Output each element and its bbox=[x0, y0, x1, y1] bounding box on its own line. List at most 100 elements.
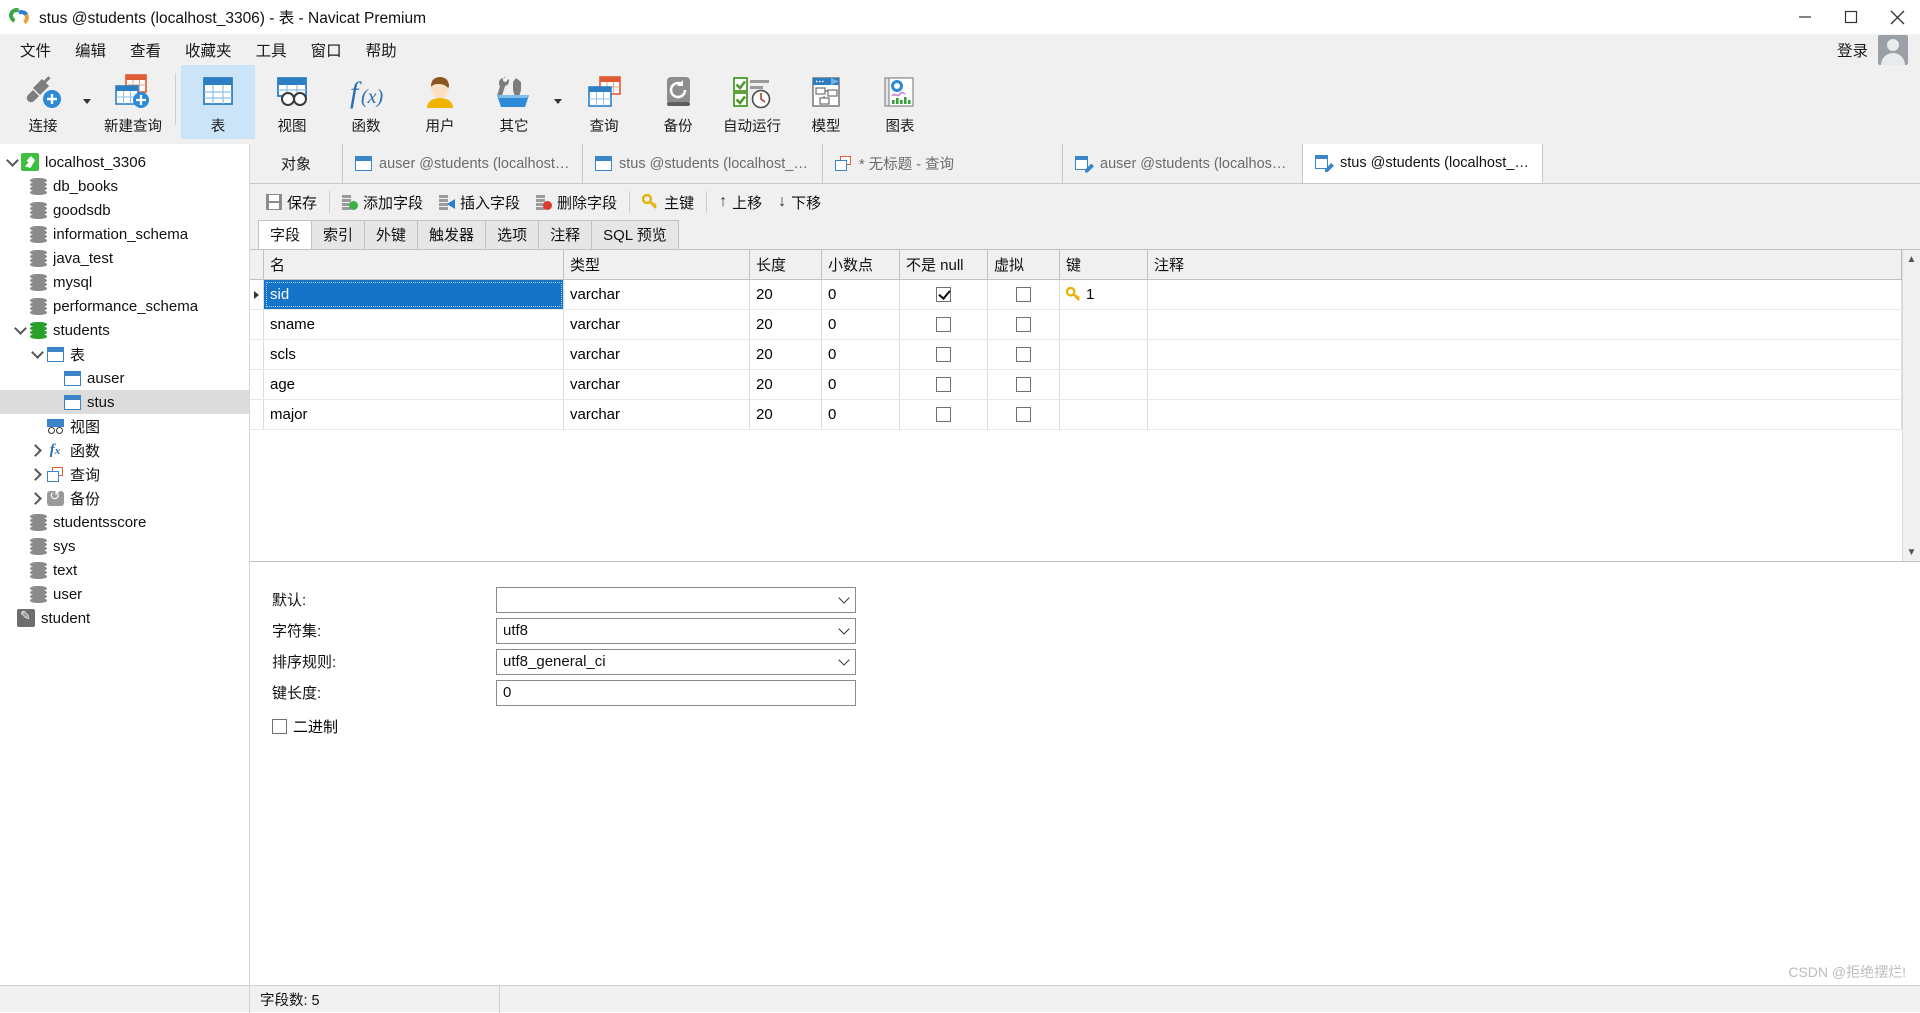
sidebar-item-user[interactable]: user bbox=[0, 582, 249, 606]
save-button[interactable]: 保存 bbox=[258, 189, 325, 216]
cell-field-not-null[interactable] bbox=[900, 280, 988, 309]
not-null-checkbox[interactable] bbox=[936, 317, 951, 332]
cell-field-name[interactable]: age bbox=[264, 370, 564, 399]
tab-sql-preview[interactable]: SQL 预览 bbox=[591, 220, 679, 249]
cell-field-comment[interactable] bbox=[1148, 310, 1902, 339]
delete-field-button[interactable]: 删除字段 bbox=[528, 189, 625, 216]
sidebar-item-views-folder[interactable]: 视图 bbox=[0, 414, 249, 438]
toolbar-item-table[interactable]: 表 bbox=[181, 65, 255, 139]
cell-field-not-null[interactable] bbox=[900, 400, 988, 429]
column-header-type[interactable]: 类型 bbox=[564, 250, 750, 279]
column-header-decimals[interactable]: 小数点 bbox=[822, 250, 900, 279]
column-header-comment[interactable]: 注释 bbox=[1148, 250, 1902, 279]
cell-field-virtual[interactable] bbox=[988, 340, 1060, 369]
virtual-checkbox[interactable] bbox=[1016, 407, 1031, 422]
menu-item-edit[interactable]: 编辑 bbox=[63, 35, 118, 65]
sidebar-item-stus[interactable]: stus bbox=[0, 390, 249, 414]
cell-field-decimals[interactable]: 0 bbox=[822, 370, 900, 399]
toolbar-item-other[interactable]: 其它 bbox=[477, 65, 551, 139]
cell-field-comment[interactable] bbox=[1148, 340, 1902, 369]
menu-item-window[interactable]: 窗口 bbox=[299, 35, 354, 65]
tab-options[interactable]: 选项 bbox=[485, 220, 540, 249]
toolbar-item-automation[interactable]: 自动运行 bbox=[715, 65, 789, 139]
scroll-up-arrow[interactable]: ▲ bbox=[1903, 250, 1920, 268]
cell-field-key[interactable] bbox=[1060, 340, 1148, 369]
sidebar-item-sys[interactable]: sys bbox=[0, 534, 249, 558]
other-dropdown-arrow[interactable] bbox=[551, 65, 567, 139]
virtual-checkbox[interactable] bbox=[1016, 317, 1031, 332]
charset-combo[interactable]: utf8 bbox=[496, 617, 856, 644]
tab-objects[interactable]: 对象 bbox=[250, 144, 343, 183]
toolbar-item-function[interactable]: f (x) 函数 bbox=[329, 65, 403, 139]
sidebar-item-information_schema[interactable]: information_schema bbox=[0, 222, 249, 246]
menu-item-view[interactable]: 查看 bbox=[118, 35, 173, 65]
sidebar-item-db_books[interactable]: db_books bbox=[0, 174, 249, 198]
sidebar-tree[interactable]: localhost_3306 db_books goodsdb informat… bbox=[0, 144, 250, 985]
not-null-checkbox[interactable] bbox=[936, 377, 951, 392]
toolbar-item-chart[interactable]: 图表 bbox=[863, 65, 937, 139]
cell-field-comment[interactable] bbox=[1148, 280, 1902, 309]
not-null-checkbox[interactable] bbox=[936, 407, 951, 422]
menu-item-file[interactable]: 文件 bbox=[8, 35, 63, 65]
cell-field-decimals[interactable]: 0 bbox=[822, 400, 900, 429]
menu-item-help[interactable]: 帮助 bbox=[354, 35, 409, 65]
tab-stus-design[interactable]: stus @students (localhost_3... bbox=[1303, 144, 1543, 183]
sidebar-item-backups-folder[interactable]: 备份 bbox=[0, 486, 249, 510]
user-avatar-icon[interactable] bbox=[1878, 34, 1908, 65]
menu-item-tools[interactable]: 工具 bbox=[244, 35, 299, 65]
column-header-length[interactable]: 长度 bbox=[750, 250, 822, 279]
cell-field-comment[interactable] bbox=[1148, 400, 1902, 429]
default-combo[interactable] bbox=[496, 586, 856, 613]
cell-field-key[interactable] bbox=[1060, 370, 1148, 399]
toolbar-item-user[interactable]: 用户 bbox=[403, 65, 477, 139]
binary-checkbox[interactable] bbox=[272, 718, 287, 734]
chevron-right-icon[interactable] bbox=[29, 467, 45, 481]
tab-indexes[interactable]: 索引 bbox=[311, 220, 366, 249]
cell-field-type[interactable]: varchar bbox=[564, 280, 750, 309]
scroll-down-arrow[interactable]: ▼ bbox=[1903, 543, 1920, 561]
login-link[interactable]: 登录 bbox=[1837, 39, 1868, 61]
tab-auser-data[interactable]: auser @students (localhost_... bbox=[343, 144, 583, 183]
tab-comment[interactable]: 注释 bbox=[538, 220, 593, 249]
cell-field-name[interactable]: scls bbox=[264, 340, 564, 369]
cell-field-not-null[interactable] bbox=[900, 370, 988, 399]
cell-field-length[interactable]: 20 bbox=[750, 340, 822, 369]
chevron-right-icon[interactable] bbox=[29, 491, 45, 505]
cell-field-key[interactable]: 1 bbox=[1060, 280, 1148, 309]
cell-field-length[interactable]: 20 bbox=[750, 310, 822, 339]
virtual-checkbox[interactable] bbox=[1016, 377, 1031, 392]
connection-dropdown-arrow[interactable] bbox=[80, 65, 96, 139]
sidebar-item-localhost_3306[interactable]: localhost_3306 bbox=[0, 150, 249, 174]
column-header-name[interactable]: 名 bbox=[264, 250, 564, 279]
cell-field-not-null[interactable] bbox=[900, 310, 988, 339]
table-row[interactable]: sname varchar 20 0 bbox=[250, 310, 1902, 340]
tab-fields[interactable]: 字段 bbox=[258, 220, 313, 249]
cell-field-key[interactable] bbox=[1060, 400, 1148, 429]
cell-field-comment[interactable] bbox=[1148, 370, 1902, 399]
chevron-down-icon[interactable] bbox=[833, 650, 855, 674]
grid-vertical-scrollbar[interactable]: ▲ ▼ bbox=[1902, 250, 1920, 561]
toolbar-item-model[interactable]: 模型 bbox=[789, 65, 863, 139]
sidebar-item-performance_schema[interactable]: performance_schema bbox=[0, 294, 249, 318]
toolbar-item-backup[interactable]: 备份 bbox=[641, 65, 715, 139]
sidebar-item-students[interactable]: students bbox=[0, 318, 249, 342]
table-row[interactable]: major varchar 20 0 bbox=[250, 400, 1902, 430]
sidebar-item-tables-folder[interactable]: 表 bbox=[0, 342, 249, 366]
cell-field-virtual[interactable] bbox=[988, 370, 1060, 399]
minimize-icon[interactable] bbox=[1782, 0, 1828, 34]
property-row-binary[interactable]: 二进制 bbox=[268, 711, 1920, 741]
menu-item-favorites[interactable]: 收藏夹 bbox=[173, 35, 244, 65]
cell-field-length[interactable]: 20 bbox=[750, 400, 822, 429]
sidebar-item-functions-folder[interactable]: fx 函数 bbox=[0, 438, 249, 462]
not-null-checkbox[interactable] bbox=[936, 347, 951, 362]
sidebar-item-text[interactable]: text bbox=[0, 558, 249, 582]
cell-field-type[interactable]: varchar bbox=[564, 400, 750, 429]
cell-field-type[interactable]: varchar bbox=[564, 340, 750, 369]
cell-field-decimals[interactable]: 0 bbox=[822, 280, 900, 309]
toolbar-item-connection[interactable]: 连接 bbox=[6, 65, 80, 139]
cell-field-virtual[interactable] bbox=[988, 310, 1060, 339]
column-header-key[interactable]: 键 bbox=[1060, 250, 1148, 279]
sidebar-item-mysql[interactable]: mysql bbox=[0, 270, 249, 294]
table-row[interactable]: scls varchar 20 0 bbox=[250, 340, 1902, 370]
sidebar-item-java_test[interactable]: java_test bbox=[0, 246, 249, 270]
